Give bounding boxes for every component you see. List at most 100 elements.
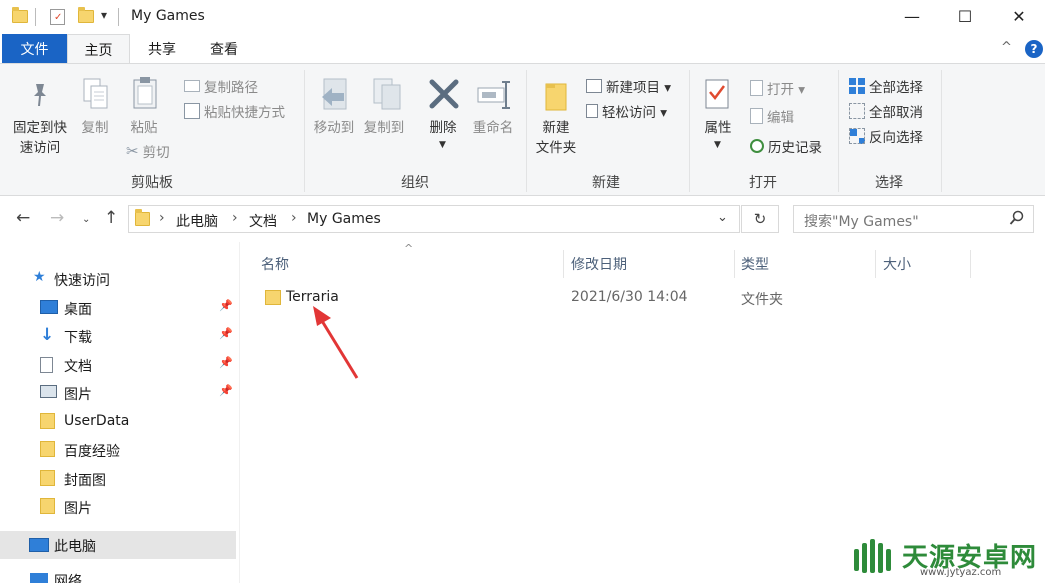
- annotation-arrow-icon: [313, 306, 359, 379]
- open-group-label: 打开: [749, 175, 777, 191]
- search-icon: [1009, 210, 1025, 230]
- forward-arrow-icon[interactable]: →: [50, 208, 64, 228]
- copy-button[interactable]: 复制: [75, 118, 115, 138]
- column-header-modified[interactable]: 修改日期: [571, 254, 627, 274]
- rename-icon: [476, 80, 512, 114]
- nav-item-desktop[interactable]: 桌面 📌: [0, 294, 240, 322]
- pin-icon[interactable]: 📌: [219, 356, 233, 369]
- nav-item-label: 封面图: [64, 473, 106, 489]
- properties-dropdown-icon[interactable]: ▼: [714, 140, 721, 150]
- collapse-ribbon-icon[interactable]: ^: [1001, 40, 1012, 55]
- delete-button[interactable]: 删除: [423, 118, 463, 138]
- edit-button[interactable]: 编辑: [750, 106, 794, 126]
- up-arrow-icon[interactable]: ↑: [104, 208, 118, 228]
- copy-path-icon: [184, 80, 200, 92]
- properties-qat-icon[interactable]: ✓: [50, 9, 65, 25]
- cut-button[interactable]: ✂ 剪切: [126, 141, 170, 161]
- nav-item-documents[interactable]: 文档 📌: [0, 351, 240, 379]
- organize-group-label: 组织: [401, 175, 429, 191]
- customize-qat-dropdown[interactable]: ▾: [101, 8, 107, 22]
- maximize-button[interactable]: ☐: [942, 0, 988, 32]
- ribbon-tabs: 文件 主页 共享 查看 ^ ?: [0, 34, 1045, 64]
- easy-access-button[interactable]: 轻松访问 ▾: [586, 101, 667, 121]
- move-to-button[interactable]: 移动到: [310, 118, 358, 138]
- search-input[interactable]: 搜索"My Games": [793, 205, 1034, 233]
- scissors-icon: ✂: [126, 142, 139, 160]
- breadcrumb-separator-icon[interactable]: ›: [159, 210, 165, 226]
- column-header-type[interactable]: 类型: [741, 254, 769, 274]
- tab-home[interactable]: 主页: [67, 34, 130, 64]
- nav-quick-access[interactable]: ★ 快速访问: [0, 265, 240, 293]
- nav-item-pictures[interactable]: 图片 📌: [0, 379, 240, 407]
- nav-item-userdata[interactable]: UserData: [0, 408, 240, 436]
- network-icon: [30, 573, 48, 583]
- breadcrumb-this-pc[interactable]: 此电脑: [176, 211, 218, 231]
- breadcrumb-documents[interactable]: 文档: [249, 211, 277, 231]
- pin-icon[interactable]: 📌: [219, 299, 233, 312]
- select-none-icon: [849, 103, 865, 119]
- address-bar[interactable]: › 此电脑 › 文档 › My Games ⌄: [128, 205, 740, 233]
- pin-icon[interactable]: 📌: [219, 384, 233, 397]
- nav-item-label: 百度经验: [64, 444, 120, 460]
- breadcrumb-my-games[interactable]: My Games: [307, 211, 381, 227]
- pin-icon[interactable]: 📌: [219, 327, 233, 340]
- back-arrow-icon[interactable]: ←: [16, 208, 30, 228]
- select-none-button[interactable]: 全部取消: [849, 101, 923, 121]
- refresh-button[interactable]: ↻: [741, 205, 779, 233]
- column-header-name[interactable]: 名称: [261, 254, 289, 274]
- new-folder-button[interactable]: 新建 文件夹: [530, 118, 582, 158]
- history-button[interactable]: 历史记录: [750, 136, 822, 156]
- picture-icon: [40, 385, 57, 398]
- group-divider: [941, 70, 942, 192]
- group-divider: [526, 70, 527, 192]
- copy-path-button[interactable]: 复制路径: [184, 76, 258, 96]
- nav-item-downloads[interactable]: ↓ 下载 📌: [0, 322, 240, 350]
- nav-item-baidu-experience[interactable]: 百度经验: [0, 436, 240, 464]
- open-button[interactable]: 打开 ▾: [750, 78, 805, 98]
- navigation-pane: ★ 快速访问 桌面 📌 ↓ 下载 📌 文档 📌 图片 📌 UserData 百度…: [0, 242, 240, 583]
- rename-button[interactable]: 重命名: [468, 118, 518, 138]
- pin-quick-access-button[interactable]: 固定到快 速访问: [6, 118, 74, 158]
- nav-item-cover-images[interactable]: 封面图: [0, 465, 240, 493]
- new-item-button[interactable]: 新建项目 ▾: [586, 76, 671, 96]
- new-item-label: 新建项目 ▾: [606, 80, 672, 96]
- column-divider[interactable]: [875, 250, 876, 278]
- invert-selection-label: 反向选择: [869, 130, 923, 146]
- nav-item-label: 图片: [64, 387, 92, 403]
- recent-locations-chevron-icon[interactable]: ⌄: [82, 214, 90, 225]
- nav-this-pc[interactable]: 此电脑: [0, 531, 236, 559]
- breadcrumb-separator-icon[interactable]: ›: [291, 210, 297, 226]
- nav-item-pictures-folder[interactable]: 图片: [0, 493, 240, 521]
- nav-this-pc-label: 此电脑: [54, 539, 96, 555]
- move-to-icon: [320, 77, 354, 117]
- paste-shortcut-button[interactable]: 粘贴快捷方式: [184, 101, 285, 121]
- title-bar: ✓ ▾ My Games — ☐ ✕: [0, 0, 1045, 34]
- tab-view[interactable]: 查看: [193, 34, 255, 64]
- nav-item-label: 文档: [64, 359, 92, 375]
- nav-network[interactable]: 网络: [0, 566, 240, 583]
- cut-label: 剪切: [142, 145, 170, 161]
- file-modified: 2021/6/30 14:04: [571, 289, 688, 305]
- invert-selection-icon: [849, 128, 865, 144]
- column-divider[interactable]: [734, 250, 735, 278]
- properties-button[interactable]: 属性: [698, 118, 738, 138]
- address-dropdown-chevron-icon[interactable]: ⌄: [717, 210, 728, 225]
- tab-file[interactable]: 文件: [2, 34, 67, 64]
- breadcrumb-separator-icon[interactable]: ›: [232, 210, 238, 226]
- clipboard-group-label: 剪贴板: [131, 175, 173, 191]
- tab-share[interactable]: 共享: [131, 34, 193, 64]
- file-list: ^ 名称 修改日期 类型 大小 Terraria 2021/6/30 14:04…: [248, 242, 1045, 583]
- column-divider[interactable]: [563, 250, 564, 278]
- select-all-button[interactable]: 全部选择: [849, 76, 923, 96]
- column-header-size[interactable]: 大小: [883, 254, 911, 274]
- minimize-button[interactable]: —: [889, 0, 935, 32]
- paste-button[interactable]: 粘贴: [124, 118, 164, 138]
- watermark-url: www.jytyaz.com: [920, 567, 1002, 578]
- help-icon[interactable]: ?: [1025, 40, 1043, 58]
- delete-dropdown-icon[interactable]: ▼: [439, 140, 446, 150]
- close-button[interactable]: ✕: [996, 0, 1042, 32]
- invert-selection-button[interactable]: 反向选择: [849, 126, 923, 146]
- new-folder-qat-icon[interactable]: [78, 7, 94, 23]
- column-divider[interactable]: [970, 250, 971, 278]
- copy-to-button[interactable]: 复制到: [360, 118, 408, 138]
